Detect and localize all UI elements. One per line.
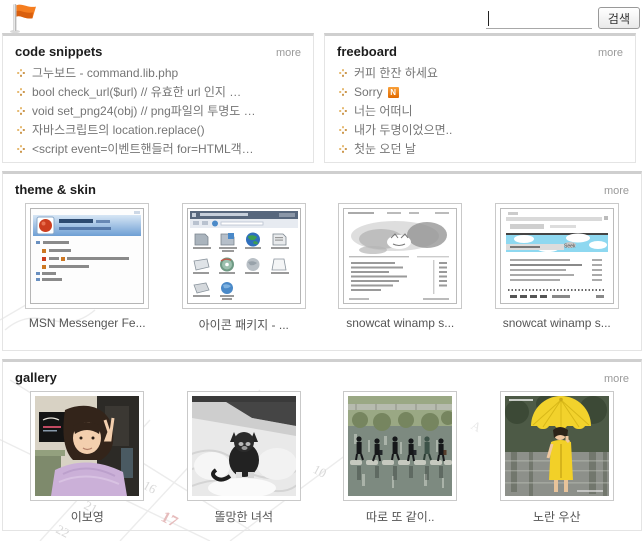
panel-gallery: gallery more: [2, 359, 642, 531]
bullet-icon: [339, 140, 347, 159]
thumbnail-caption[interactable]: 이보영: [71, 508, 104, 525]
list-item-text: 자바스크립트의 location.replace(): [32, 121, 205, 140]
freeboard-title: freeboard: [337, 44, 397, 59]
code-snippets-more-link[interactable]: more: [276, 47, 301, 59]
panel-theme-skin: theme & skin more: [2, 171, 642, 351]
thumbnail-caption[interactable]: 따로 또 같이..: [366, 508, 435, 525]
list-item[interactable]: 그누보드 - command.lib.php: [17, 64, 301, 83]
list-item-text: 첫눈 오던 날: [354, 140, 416, 159]
list-item[interactable]: bool check_url($url) // 유효한 url 인지 …: [17, 83, 301, 102]
list-item-text: 너는 어떠니: [354, 102, 413, 121]
thumbnail-caption[interactable]: 노란 우산: [533, 508, 581, 525]
list-item-text: void set_png24(obj) // png파일의 투명도 …: [32, 102, 256, 121]
code-snippets-list: 그누보드 - command.lib.php bool check_url($u…: [3, 63, 313, 159]
list-item-text: <script event=이벤트핸들러 for=HTML객…: [32, 140, 254, 159]
bullet-icon: [17, 102, 25, 121]
gallery-title: gallery: [15, 370, 57, 385]
thumbnail-caption[interactable]: snowcat winamp s...: [346, 316, 454, 330]
flag-logo-icon: [8, 2, 40, 39]
list-item-text: Sorry: [354, 83, 383, 102]
list-item[interactable]: void set_png24(obj) // png파일의 투명도 …: [17, 102, 301, 121]
photo-stepping-stones[interactable]: [343, 391, 457, 501]
freeboard-list: 커피 한잔 하세요 Sorry N 너는 어떠니 내가 두명이었으면.. 첫눈 오…: [325, 63, 635, 159]
thumbnail-icon-package[interactable]: [182, 203, 306, 309]
bullet-icon: [339, 64, 347, 83]
code-snippets-title: code snippets: [15, 44, 102, 59]
list-item-text: 그누보드 - command.lib.php: [32, 64, 178, 83]
photo-kitten[interactable]: [187, 391, 301, 501]
gallery-item: 따로 또 같이..: [322, 391, 479, 525]
search-input[interactable]: [486, 9, 592, 28]
bullet-icon: [17, 83, 25, 102]
list-item[interactable]: 내가 두명이었으면..: [339, 121, 623, 140]
photo-woman-peace-sign[interactable]: [30, 391, 144, 501]
thumbnail-caption[interactable]: 아이콘 패키지 - ...: [199, 316, 289, 333]
text-caret: [488, 11, 489, 26]
bullet-icon: [17, 64, 25, 83]
new-post-badge: N: [388, 87, 399, 98]
thumbnail-caption[interactable]: 똘망한 녀석: [214, 508, 273, 525]
search-button[interactable]: 검색: [598, 7, 640, 29]
freeboard-more-link[interactable]: more: [598, 47, 623, 59]
svg-text:Seek: Seek: [564, 244, 576, 250]
theme-item: snowcat winamp s...: [322, 203, 479, 333]
list-item[interactable]: 첫눈 오던 날: [339, 140, 623, 159]
thumbnail-msn-messenger[interactable]: [25, 203, 149, 309]
bullet-icon: [339, 83, 347, 102]
list-item-text: 내가 두명이었으면..: [354, 121, 452, 140]
list-item[interactable]: 너는 어떠니: [339, 102, 623, 121]
list-item-text: bool check_url($url) // 유효한 url 인지 …: [32, 83, 241, 102]
gallery-item: 이보영: [9, 391, 166, 525]
bullet-icon: [17, 140, 25, 159]
theme-skin-thumbnails: MSN Messenger Fe...: [3, 201, 641, 343]
theme-skin-more-link[interactable]: more: [604, 185, 629, 197]
bullet-icon: [17, 121, 25, 140]
gallery-item: 똘망한 녀석: [166, 391, 323, 525]
thumbnail-caption[interactable]: MSN Messenger Fe...: [29, 316, 146, 330]
bullet-icon: [339, 102, 347, 121]
list-item[interactable]: Sorry N: [339, 83, 623, 102]
gallery-item: 노란 우산: [479, 391, 636, 525]
photo-yellow-umbrella[interactable]: [500, 391, 614, 501]
thumbnail-winamp-skin-2[interactable]: Seek: [495, 203, 619, 309]
top-bar: 검색: [0, 0, 644, 33]
panel-code-snippets: code snippets more 그누보드 - command.lib.ph…: [2, 33, 314, 163]
gallery-more-link[interactable]: more: [604, 373, 629, 385]
theme-item: MSN Messenger Fe...: [9, 203, 166, 333]
panel-freeboard: freeboard more 커피 한잔 하세요 Sorry N 너는 어떠니 내…: [324, 33, 636, 163]
bullet-icon: [339, 121, 347, 140]
list-item-text: 커피 한잔 하세요: [354, 64, 438, 83]
list-item[interactable]: 커피 한잔 하세요: [339, 64, 623, 83]
list-item[interactable]: 자바스크립트의 location.replace(): [17, 121, 301, 140]
theme-skin-title: theme & skin: [15, 182, 96, 197]
list-item[interactable]: <script event=이벤트핸들러 for=HTML객…: [17, 140, 301, 159]
gallery-thumbnails: 이보영: [3, 389, 641, 535]
thumbnail-winamp-skin-1[interactable]: [338, 203, 462, 309]
thumbnail-caption[interactable]: snowcat winamp s...: [503, 316, 611, 330]
search-input-wrap: [486, 9, 592, 29]
theme-item: 아이콘 패키지 - ...: [166, 203, 323, 333]
theme-item: Seek snowcat wina: [479, 203, 636, 333]
